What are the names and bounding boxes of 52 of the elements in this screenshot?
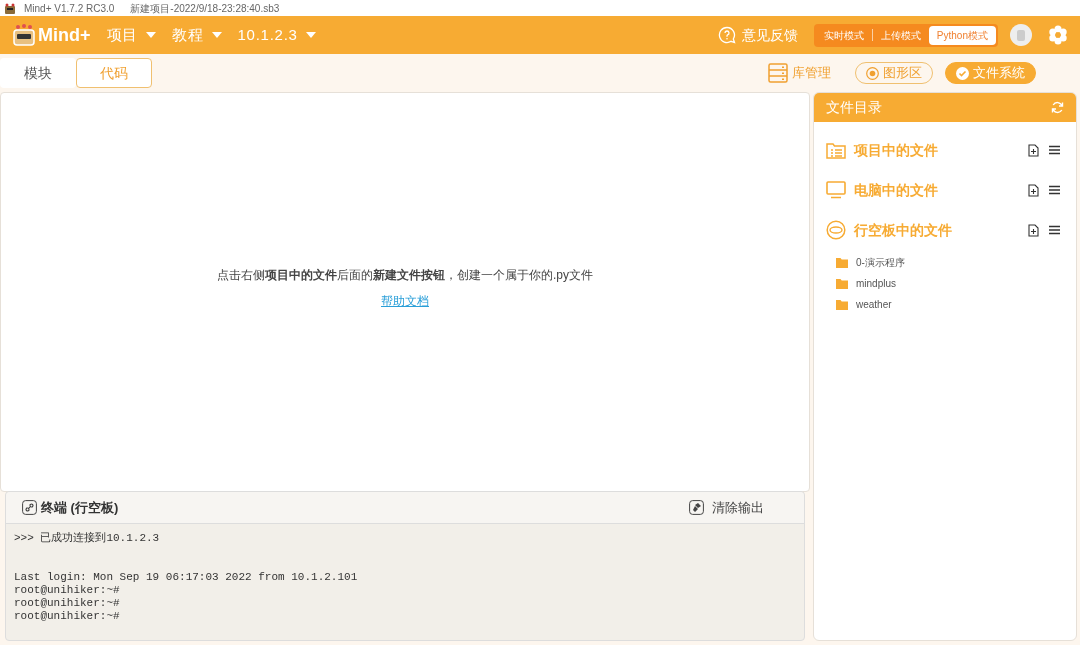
terminal-line: >>> 已成功连接到10.1.2.3 — [14, 532, 161, 545]
eraser-icon — [689, 500, 704, 515]
caret-icon — [146, 32, 156, 38]
check-icon — [956, 66, 969, 80]
help-icon — [717, 26, 736, 44]
menu-icon[interactable] — [1049, 185, 1060, 195]
terminal-line: root@unihiker:~# — [14, 610, 121, 623]
hint-text: 点击右侧项目中的文件后面的新建文件按钮，创建一个属于你的.py文件 — [217, 267, 593, 284]
link-icon — [22, 500, 37, 515]
terminal-line: root@unihiker:~# — [14, 597, 121, 610]
radio-icon — [866, 66, 879, 80]
caret-icon — [211, 32, 222, 38]
help-link[interactable]: 帮助文档 — [381, 292, 429, 310]
folder-item[interactable]: mindplus — [836, 273, 1076, 294]
logo: Mind+ — [12, 21, 91, 49]
mode-tab[interactable]: 上传模式 — [872, 25, 929, 45]
terminal-line: root@unihiker:~# — [14, 584, 121, 597]
mode-tab[interactable]: Python模式 — [928, 25, 996, 45]
folder-icon — [836, 257, 848, 268]
monitor-icon — [826, 181, 846, 199]
section-title[interactable]: 行空板中的文件 — [854, 219, 952, 241]
new-file-icon[interactable] — [1028, 143, 1039, 157]
terminal-line: Last login: Mon Sep 19 06:17:03 2022 from 10.1.2.101 — [14, 571, 359, 584]
library-button[interactable]: 库管理 — [768, 63, 831, 83]
new-file-icon[interactable] — [1028, 183, 1039, 197]
feedback-button[interactable]: 意见反馈 — [717, 24, 798, 46]
window-title: Mind+ V1.7.2 RC3.0 — [24, 1, 115, 16]
server-icon — [768, 63, 788, 83]
terminal-title: 终端 (行空板) — [41, 498, 119, 517]
folder-item[interactable]: 0-演示程序 — [836, 252, 1076, 273]
mode-tab[interactable]: 实时模式 — [815, 25, 872, 45]
folder-list-icon — [826, 141, 846, 159]
menu-icon[interactable] — [1049, 225, 1060, 235]
menu-icon[interactable] — [1049, 145, 1060, 155]
folder-icon — [836, 299, 848, 310]
disc-icon — [826, 220, 846, 240]
menu-item[interactable]: 项目 — [106, 23, 156, 47]
section-title[interactable]: 电脑中的文件 — [854, 179, 938, 201]
new-file-icon[interactable] — [1028, 223, 1039, 237]
clear-output-button[interactable]: 清除输出 — [689, 497, 764, 518]
app-icon — [4, 2, 16, 14]
panel-title: 文件目录 — [826, 98, 882, 117]
folder-item[interactable]: weather — [836, 294, 1076, 315]
file-name: 新建项目-2022/9/18-23:28:40.sb3 — [130, 1, 280, 16]
caret-icon — [305, 32, 316, 38]
tab[interactable]: 模块 — [0, 58, 76, 88]
tab[interactable]: 代码 — [76, 58, 152, 88]
section-title[interactable]: 项目中的文件 — [854, 139, 938, 161]
menu-item[interactable]: 10.1.2.3 — [237, 23, 316, 47]
file-system-button[interactable]: 文件系统 — [945, 62, 1036, 84]
folder-icon — [836, 278, 848, 289]
menu-item[interactable]: 教程 — [172, 23, 222, 47]
